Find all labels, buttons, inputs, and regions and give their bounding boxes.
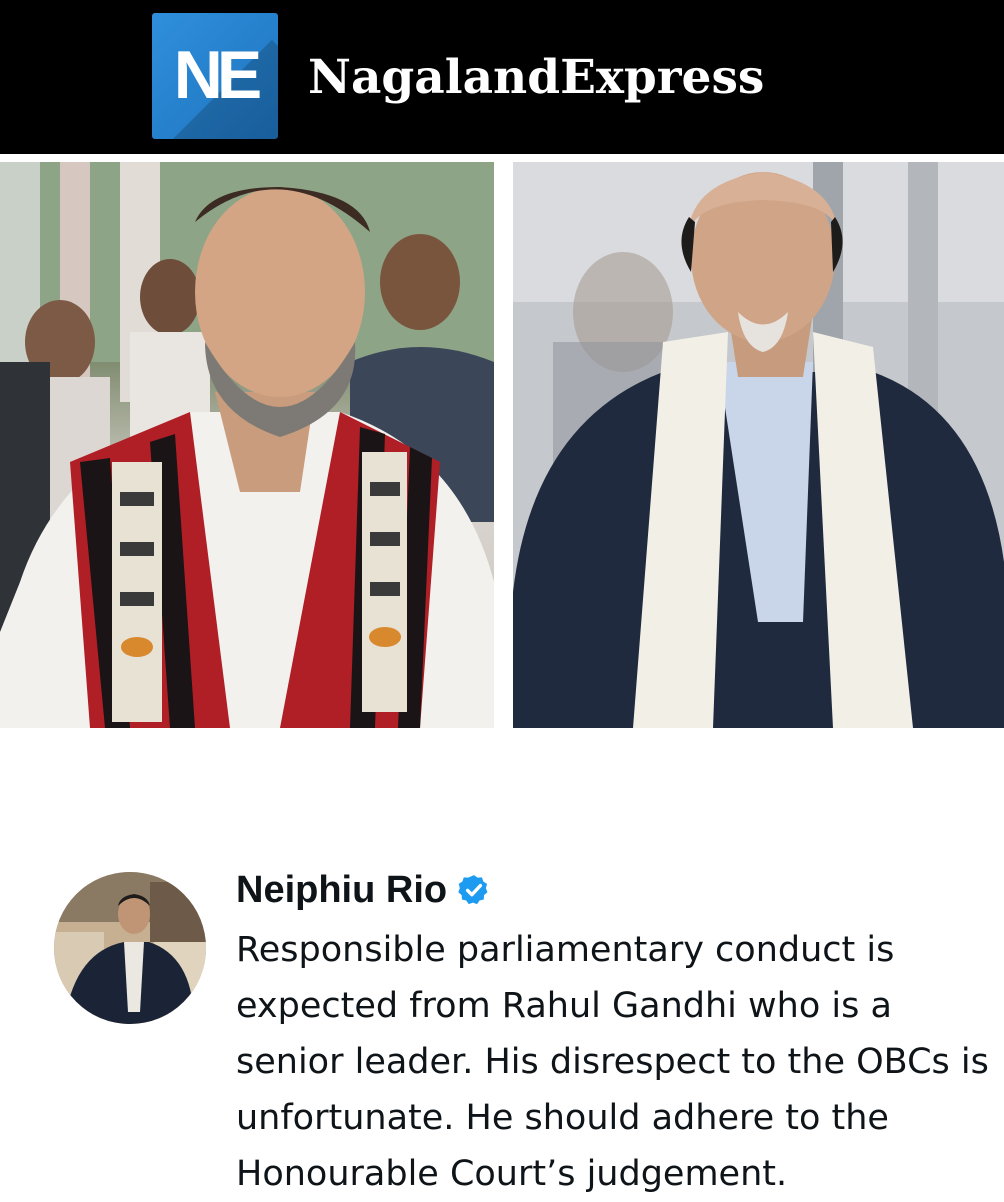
logo-text: NE <box>173 37 262 113</box>
tweet-author-row: Neiphiu Rio <box>236 862 491 918</box>
verified-badge-icon <box>458 875 488 905</box>
right-photo-illustration <box>513 162 1004 728</box>
brand-name[interactable]: NagalandExpress <box>308 46 764 110</box>
author-name[interactable]: Neiphiu Rio <box>236 869 447 912</box>
neiphiu-rio-photo <box>513 162 1004 728</box>
site-logo[interactable]: NE <box>152 13 278 139</box>
author-avatar[interactable] <box>54 872 206 1024</box>
site-header: NE NagalandExpress <box>0 0 1004 154</box>
avatar-illustration <box>54 872 206 1024</box>
rahul-gandhi-photo <box>0 162 494 728</box>
tweet-text: Responsible parliamentary conduct is exp… <box>236 930 989 1194</box>
left-photo-illustration <box>0 162 494 728</box>
